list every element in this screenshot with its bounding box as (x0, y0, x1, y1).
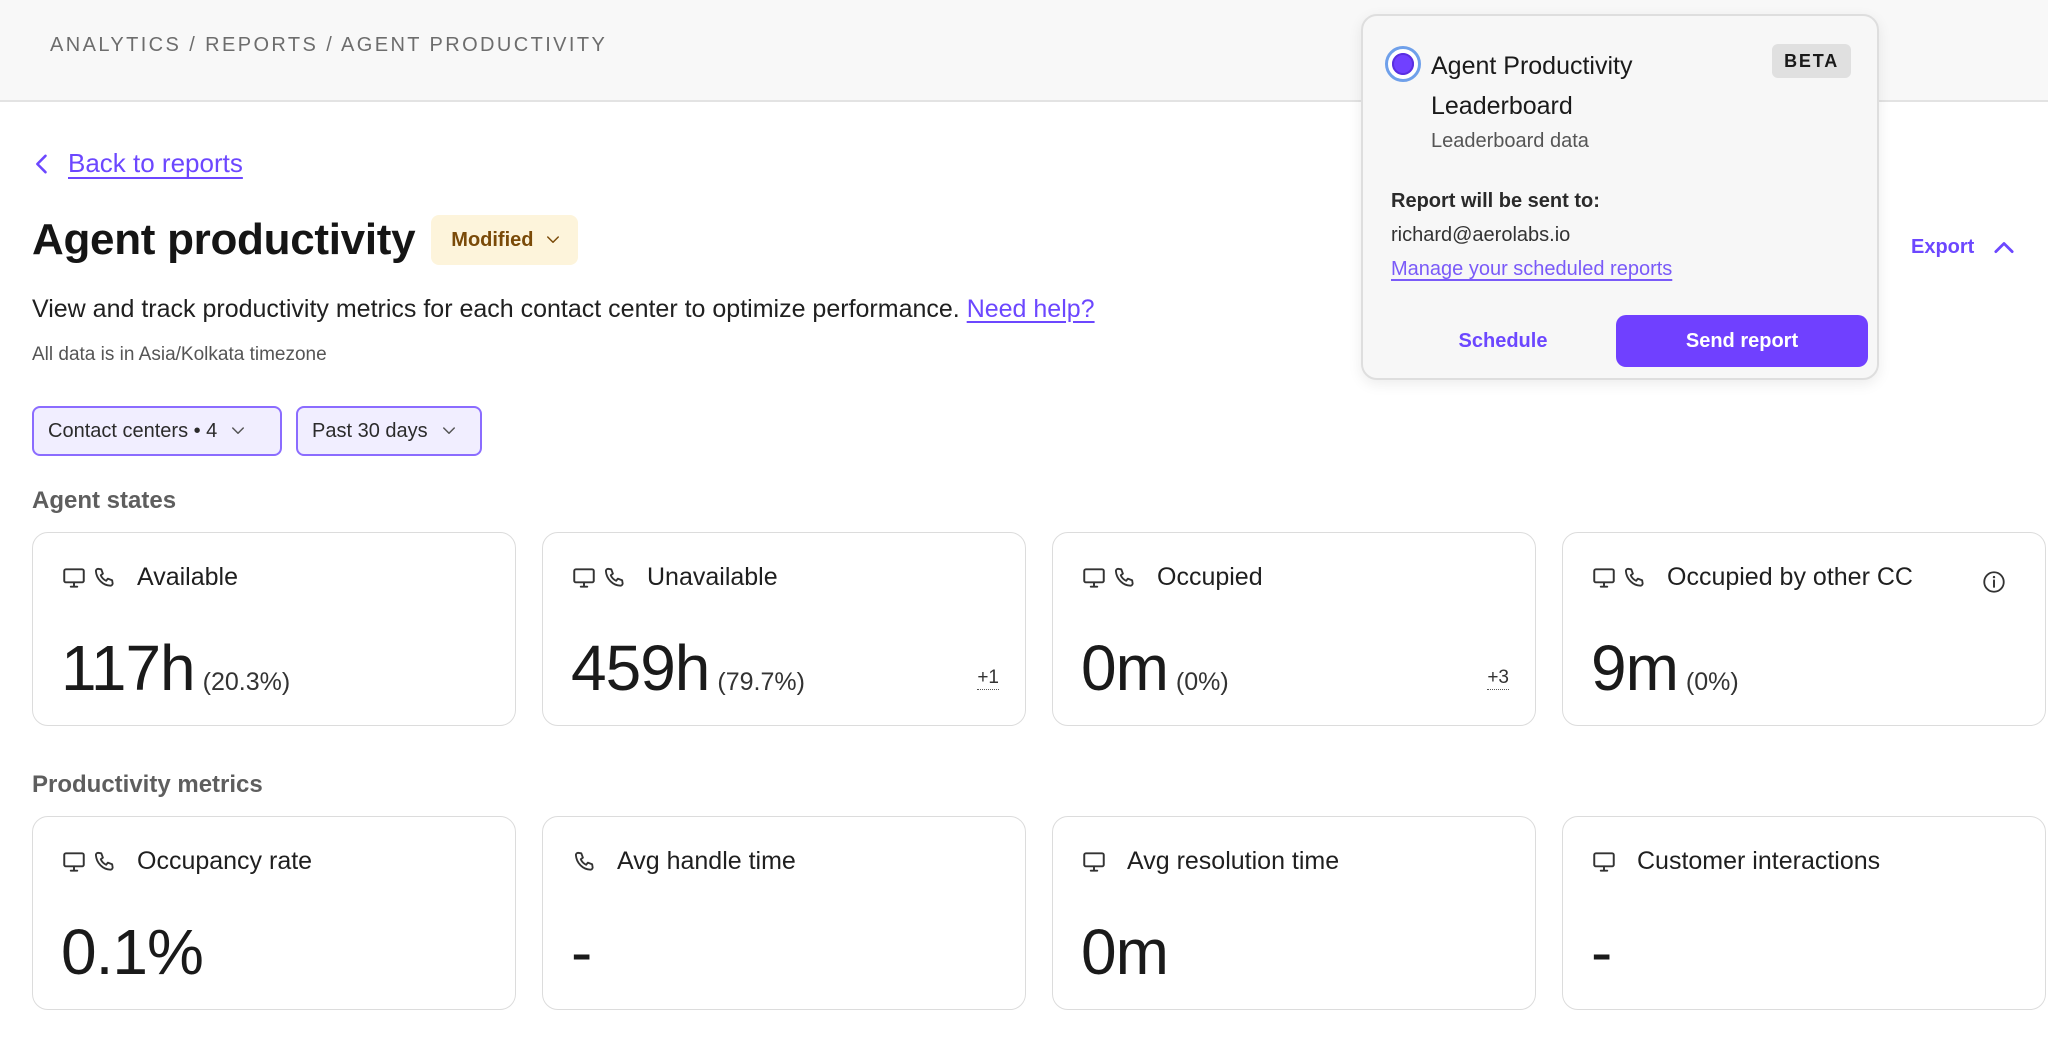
card-value: 9m (1591, 632, 1679, 704)
card-value: - (571, 916, 592, 988)
manage-scheduled-reports-link[interactable]: Manage your scheduled reports (1391, 258, 1672, 281)
description-text: View and track productivity metrics for … (32, 295, 960, 323)
date-range-filter[interactable]: Past 30 days (296, 406, 482, 456)
report-radio[interactable] (1385, 46, 1421, 82)
contact-centers-filter[interactable]: Contact centers • 4 (32, 406, 282, 456)
sent-to-label: Report will be sent to: (1391, 190, 1600, 212)
chevron-down-icon (232, 427, 245, 434)
title-row: Agent productivity Modified (32, 215, 578, 265)
card-label: Unavailable (647, 563, 778, 591)
avg-resolution-time-card: Avg resolution time 0m (1052, 816, 1536, 1010)
card-percent: (0%) (1685, 668, 1739, 696)
monitor-icon (1083, 567, 1105, 588)
card-label: Occupied (1157, 563, 1263, 591)
occupancy-rate-card: Occupancy rate 0.1% (32, 816, 516, 1010)
card-label: Avg resolution time (1127, 847, 1340, 875)
monitor-icon (1083, 851, 1105, 872)
agent-states-heading: Agent states (32, 487, 177, 514)
info-icon[interactable] (1981, 569, 2007, 595)
chevron-down-icon (546, 236, 559, 243)
card-percent: (0%) (1175, 668, 1229, 696)
phone-icon (1114, 567, 1134, 587)
popover-report-subtitle: Leaderboard data (1431, 130, 1589, 152)
contact-centers-filter-label: Contact centers • 4 (48, 419, 218, 442)
card-value: 0m (1081, 916, 1169, 988)
breadcrumb: ANALYTICS / REPORTS / AGENT PRODUCTIVITY (50, 34, 608, 56)
card-value: 117h (61, 632, 196, 704)
back-link-label: Back to reports (68, 148, 243, 178)
card-value: 459h (571, 632, 710, 704)
chevron-left-icon (36, 154, 47, 173)
beta-badge: BETA (1772, 44, 1851, 78)
modified-badge-label: Modified (451, 228, 534, 251)
card-label: Available (137, 563, 239, 591)
date-range-filter-label: Past 30 days (312, 419, 428, 442)
monitor-icon (1593, 851, 1615, 872)
unavailable-card: Unavailable 459h (79.7%) +1 (542, 532, 1026, 726)
back-to-reports-link[interactable]: Back to reports (28, 148, 243, 179)
customer-interactions-card: Customer interactions - (1562, 816, 2046, 1010)
phone-icon (574, 851, 594, 871)
card-label: Customer interactions (1637, 847, 1881, 875)
card-label: Occupied by other CC (1667, 563, 1913, 591)
export-button[interactable]: Export (1911, 233, 2018, 261)
recipient-email: richard@aerolabs.io (1391, 224, 1571, 246)
monitor-icon (573, 567, 595, 588)
monitor-icon (63, 567, 85, 588)
card-value: 0m (1081, 632, 1169, 704)
more-states-link[interactable]: +1 (977, 667, 999, 690)
page-title: Agent productivity (32, 215, 416, 264)
more-states-link[interactable]: +3 (1487, 667, 1509, 690)
occupied-other-cc-card: Occupied by other CC 9m (0%) (1562, 532, 2046, 726)
avg-handle-time-card: Avg handle time - (542, 816, 1026, 1010)
card-percent: (20.3%) (202, 668, 291, 696)
available-card: Available 117h (20.3%) (32, 532, 516, 726)
need-help-link[interactable]: Need help? (967, 295, 1095, 323)
export-label: Export (1911, 235, 1975, 258)
card-value: 0.1% (61, 916, 204, 988)
card-value: - (1591, 916, 1612, 988)
phone-icon (94, 567, 114, 587)
monitor-icon (63, 851, 85, 872)
occupied-card: Occupied 0m (0%) +3 (1052, 532, 1536, 726)
phone-icon (94, 851, 114, 871)
schedule-button[interactable]: Schedule (1423, 316, 1583, 366)
export-popover: Agent Productivity Leaderboard Leaderboa… (1361, 14, 1879, 380)
popover-report-title: Agent Productivity Leaderboard (1431, 52, 1633, 120)
card-percent: (79.7%) (717, 668, 805, 696)
modified-badge[interactable]: Modified (431, 215, 578, 265)
card-label: Occupancy rate (137, 847, 313, 875)
chevron-down-icon (442, 427, 455, 434)
phone-icon (1624, 567, 1644, 587)
monitor-icon (1593, 567, 1615, 588)
phone-icon (604, 567, 624, 587)
page-description: View and track productivity metrics for … (32, 295, 1095, 324)
card-label: Avg handle time (617, 847, 796, 875)
send-report-button[interactable]: Send report (1616, 315, 1868, 367)
timezone-note: All data is in Asia/Kolkata timezone (32, 344, 327, 365)
productivity-metrics-heading: Productivity metrics (32, 771, 263, 798)
chevron-up-icon (1994, 242, 2014, 254)
